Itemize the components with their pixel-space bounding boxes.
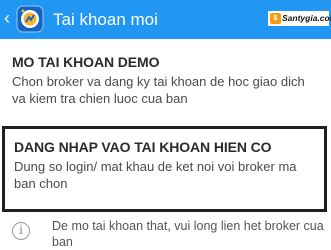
real-account-info: i De mo tai khoan that, vui long lien he… (12, 215, 327, 250)
option-title: MO TAI KHOAN DEMO (12, 54, 160, 70)
chevron-left-icon[interactable]: ‹ (4, 8, 14, 28)
option-description: Dung so login/ mat khau de ket noi voi b… (14, 159, 297, 191)
login-existing-account-option[interactable]: DANG NHAP VAO TAI KHOAN HIEN CO Dung so … (2, 126, 327, 212)
watermark: $ Santygia.com (268, 11, 331, 26)
open-demo-account-option[interactable]: MO TAI KHOAN DEMO Chon broker va dang ky… (2, 54, 327, 116)
watermark-text: Santygia.com (282, 13, 331, 23)
watermark-logo-icon: $ (270, 13, 281, 24)
info-text: De mo tai khoan that, vui long lien het … (52, 219, 324, 249)
app-title: Tai khoan moi (53, 10, 158, 29)
option-description: Chon broker va dang ky tai khoan de hoc … (12, 74, 305, 106)
option-title: DANG NHAP VAO TAI KHOAN HIEN CO (14, 139, 272, 155)
app-bar: ‹ Tai khoan moi $ Santygia.com (0, 0, 331, 39)
app-logo-icon (16, 5, 44, 33)
info-icon: i (12, 222, 30, 240)
